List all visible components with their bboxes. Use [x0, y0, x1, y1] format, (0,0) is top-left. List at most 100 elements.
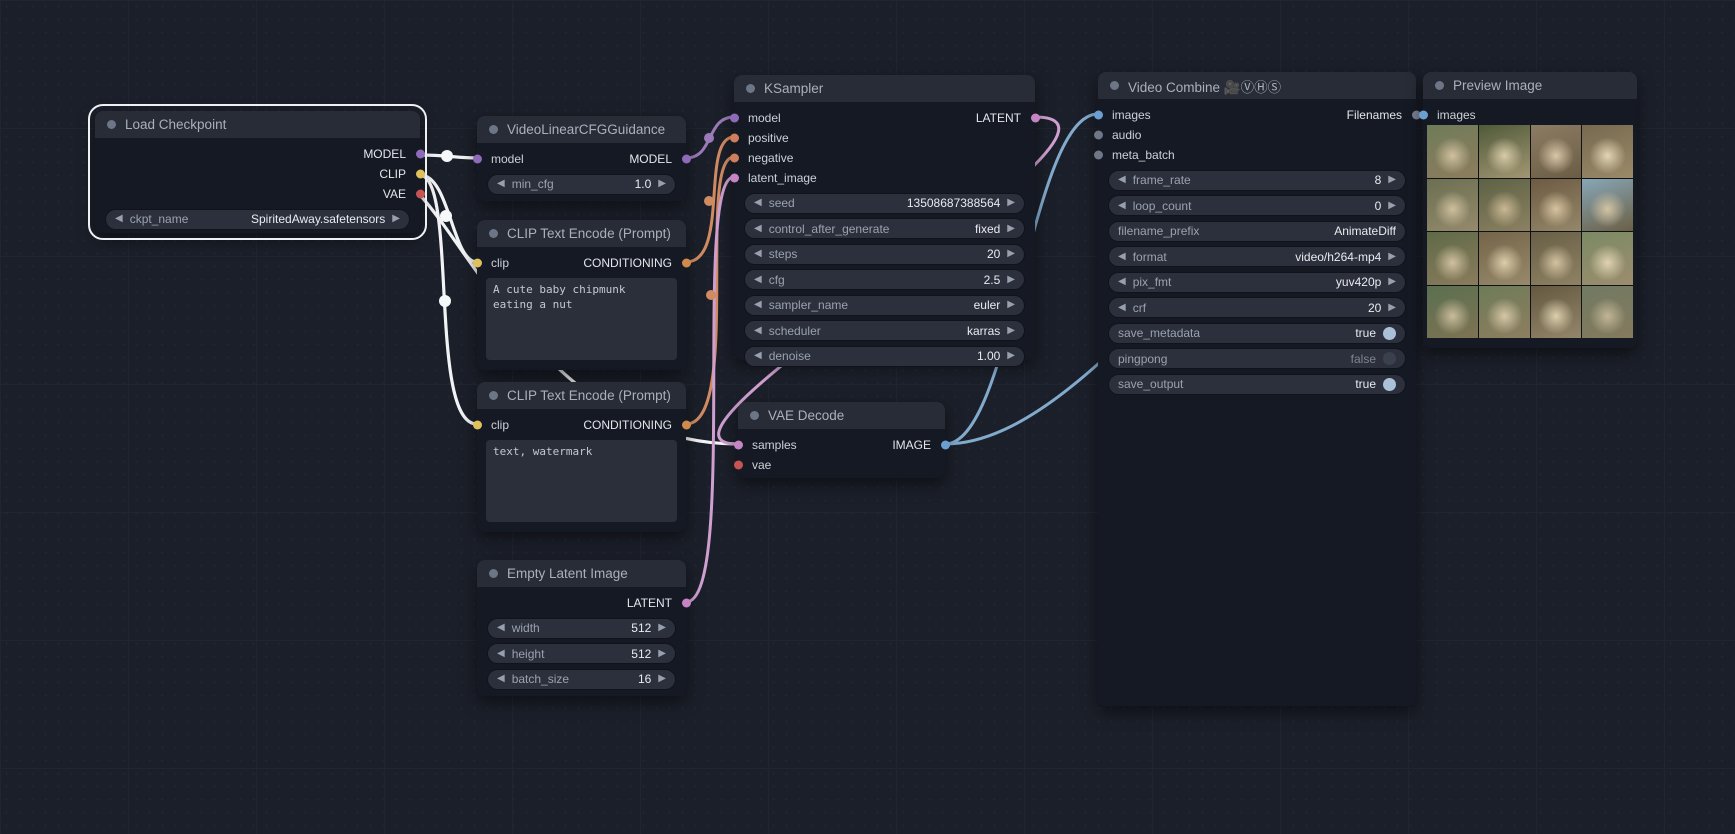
images-input-dot[interactable]: [1418, 110, 1428, 120]
filename-prefix-widget[interactable]: filename_prefix AnimateDiff: [1108, 220, 1406, 242]
node-titlebar[interactable]: Empty Latent Image: [477, 560, 686, 587]
node-video-combine[interactable]: Video Combine 🎥ⓋⒽⓈ images Filenames audi…: [1093, 72, 1421, 706]
height-widget[interactable]: ◀ height 512 ▶: [487, 643, 676, 664]
increment-icon[interactable]: ▶: [392, 214, 400, 224]
cfg-widget[interactable]: ◀ cfg 2.5 ▶: [744, 269, 1025, 290]
increment-icon[interactable]: ▶: [658, 648, 666, 659]
decrement-icon[interactable]: ◀: [754, 223, 762, 234]
conditioning-output-dot[interactable]: [681, 258, 691, 268]
node-titlebar[interactable]: Preview Image: [1423, 72, 1637, 99]
save-metadata-toggle[interactable]: save_metadata true: [1108, 322, 1406, 344]
decrement-icon[interactable]: ◀: [754, 249, 762, 259]
increment-icon[interactable]: ▶: [1007, 351, 1015, 361]
link-midpoint-dot[interactable]: [439, 295, 451, 307]
ckpt-name-widget[interactable]: ◀ ckpt_name SpiritedAway.safetensors ▶: [105, 208, 410, 230]
node-video-linear-cfg-guidance[interactable]: VideoLinearCFGGuidance model MODEL ◀ min…: [472, 116, 691, 201]
increment-icon[interactable]: ▶: [1388, 175, 1396, 185]
increment-icon[interactable]: ▶: [1007, 300, 1015, 310]
meta-batch-input-dot[interactable]: [1093, 150, 1103, 160]
node-titlebar[interactable]: Video Combine 🎥ⓋⒽⓈ: [1098, 72, 1416, 99]
model-input-dot[interactable]: [472, 154, 482, 164]
positive-input-dot[interactable]: [729, 133, 739, 143]
scheduler-widget[interactable]: ◀ scheduler karras ▶: [744, 320, 1025, 341]
denoise-widget[interactable]: ◀ denoise 1.00 ▶: [744, 345, 1025, 367]
loop-count-widget[interactable]: ◀ loop_count 0 ▶: [1108, 195, 1406, 216]
control-after-generate-widget[interactable]: ◀ control_after_generate fixed ▶: [744, 218, 1025, 239]
decrement-icon[interactable]: ◀: [497, 648, 505, 659]
toggle-circle[interactable]: [1383, 377, 1396, 391]
latent-image-input-dot[interactable]: [729, 173, 739, 183]
latent-output-dot[interactable]: [681, 598, 691, 608]
decrement-icon[interactable]: ◀: [754, 198, 762, 208]
crf-widget[interactable]: ◀ crf 20 ▶: [1108, 297, 1406, 318]
node-empty-latent-image[interactable]: Empty Latent Image LATENT ◀ width 512 ▶ ◀ h…: [477, 560, 691, 696]
model-input-dot[interactable]: [729, 113, 739, 123]
increment-icon[interactable]: ▶: [658, 623, 666, 633]
frame-rate-widget[interactable]: ◀ frame_rate 8 ▶: [1108, 169, 1406, 191]
increment-icon[interactable]: ▶: [658, 674, 666, 684]
vae-input-dot[interactable]: [733, 460, 743, 470]
decrement-icon[interactable]: ◀: [754, 351, 762, 361]
images-input-dot[interactable]: [1093, 110, 1103, 120]
node-load-checkpoint[interactable]: Load Checkpoint MODEL CLIP VAE ◀ ckpt_na…: [88, 104, 427, 240]
pix-fmt-widget[interactable]: ◀ pix_fmt yuv420p ▶: [1108, 271, 1406, 293]
node-titlebar[interactable]: VideoLinearCFGGuidance: [477, 116, 686, 143]
increment-icon[interactable]: ▶: [1007, 274, 1015, 285]
prompt-textarea[interactable]: A cute baby chipmunk eating a nut: [486, 278, 677, 360]
conditioning-output-dot[interactable]: [681, 420, 691, 430]
width-widget[interactable]: ◀ width 512 ▶: [487, 617, 676, 639]
clip-input-dot[interactable]: [472, 420, 482, 430]
increment-icon[interactable]: ▶: [1388, 200, 1396, 211]
min-cfg-widget[interactable]: ◀ min_cfg 1.0 ▶: [487, 173, 676, 195]
node-clip-text-encode-positive[interactable]: CLIP Text Encode (Prompt) clip CONDITION…: [472, 220, 691, 370]
toggle-circle[interactable]: [1383, 352, 1396, 365]
increment-icon[interactable]: ▶: [1007, 198, 1015, 208]
link-midpoint-dot[interactable]: [706, 290, 716, 300]
model-output-dot[interactable]: [415, 149, 425, 159]
clip-input-dot[interactable]: [472, 258, 482, 268]
vae-output-dot[interactable]: [415, 189, 425, 199]
node-ksampler[interactable]: KSampler model LATENT positive negative …: [729, 75, 1040, 367]
sampler-name-widget[interactable]: ◀ sampler_name euler ▶: [744, 294, 1025, 316]
increment-icon[interactable]: ▶: [1007, 223, 1015, 234]
decrement-icon[interactable]: ◀: [497, 674, 505, 684]
prompt-textarea[interactable]: text, watermark: [486, 440, 677, 522]
model-output-dot[interactable]: [681, 154, 691, 164]
increment-icon[interactable]: ▶: [658, 179, 666, 189]
batch-size-widget[interactable]: ◀ batch_size 16 ▶: [487, 668, 676, 690]
negative-input-dot[interactable]: [729, 153, 739, 163]
samples-input-dot[interactable]: [733, 440, 743, 450]
decrement-icon[interactable]: ◀: [115, 214, 123, 224]
decrement-icon[interactable]: ◀: [754, 325, 762, 336]
link-midpoint-dot[interactable]: [440, 210, 452, 222]
pingpong-toggle[interactable]: pingpong false: [1108, 348, 1406, 369]
format-widget[interactable]: ◀ format video/h264-mp4 ▶: [1108, 246, 1406, 267]
decrement-icon[interactable]: ◀: [1118, 251, 1126, 262]
decrement-icon[interactable]: ◀: [497, 179, 505, 189]
decrement-icon[interactable]: ◀: [754, 274, 762, 285]
node-titlebar[interactable]: VAE Decode: [738, 402, 945, 429]
image-output-dot[interactable]: [940, 440, 950, 450]
link-midpoint-dot[interactable]: [704, 133, 714, 143]
increment-icon[interactable]: ▶: [1007, 249, 1015, 259]
increment-icon[interactable]: ▶: [1388, 302, 1396, 313]
decrement-icon[interactable]: ◀: [497, 623, 505, 633]
clip-output-dot[interactable]: [415, 169, 425, 179]
node-titlebar[interactable]: Load Checkpoint: [95, 111, 420, 138]
node-vae-decode[interactable]: VAE Decode samples IMAGE vae: [733, 402, 950, 478]
node-titlebar[interactable]: CLIP Text Encode (Prompt): [477, 220, 686, 247]
increment-icon[interactable]: ▶: [1388, 277, 1396, 287]
audio-input-dot[interactable]: [1093, 130, 1103, 140]
steps-widget[interactable]: ◀ steps 20 ▶: [744, 243, 1025, 265]
decrement-icon[interactable]: ◀: [1118, 302, 1126, 313]
node-preview-image[interactable]: Preview Image images: [1418, 72, 1637, 348]
node-clip-text-encode-negative[interactable]: CLIP Text Encode (Prompt) clip CONDITION…: [472, 382, 691, 532]
decrement-icon[interactable]: ◀: [1118, 200, 1126, 211]
toggle-circle[interactable]: [1383, 326, 1396, 340]
decrement-icon[interactable]: ◀: [1118, 277, 1126, 287]
node-graph-canvas[interactable]: Load Checkpoint MODEL CLIP VAE ◀ ckpt_na…: [0, 0, 1735, 834]
node-titlebar[interactable]: CLIP Text Encode (Prompt): [477, 382, 686, 409]
decrement-icon[interactable]: ◀: [754, 300, 762, 310]
save-output-toggle[interactable]: save_output true: [1108, 373, 1406, 395]
seed-widget[interactable]: ◀ seed 13508687388564 ▶: [744, 192, 1025, 214]
